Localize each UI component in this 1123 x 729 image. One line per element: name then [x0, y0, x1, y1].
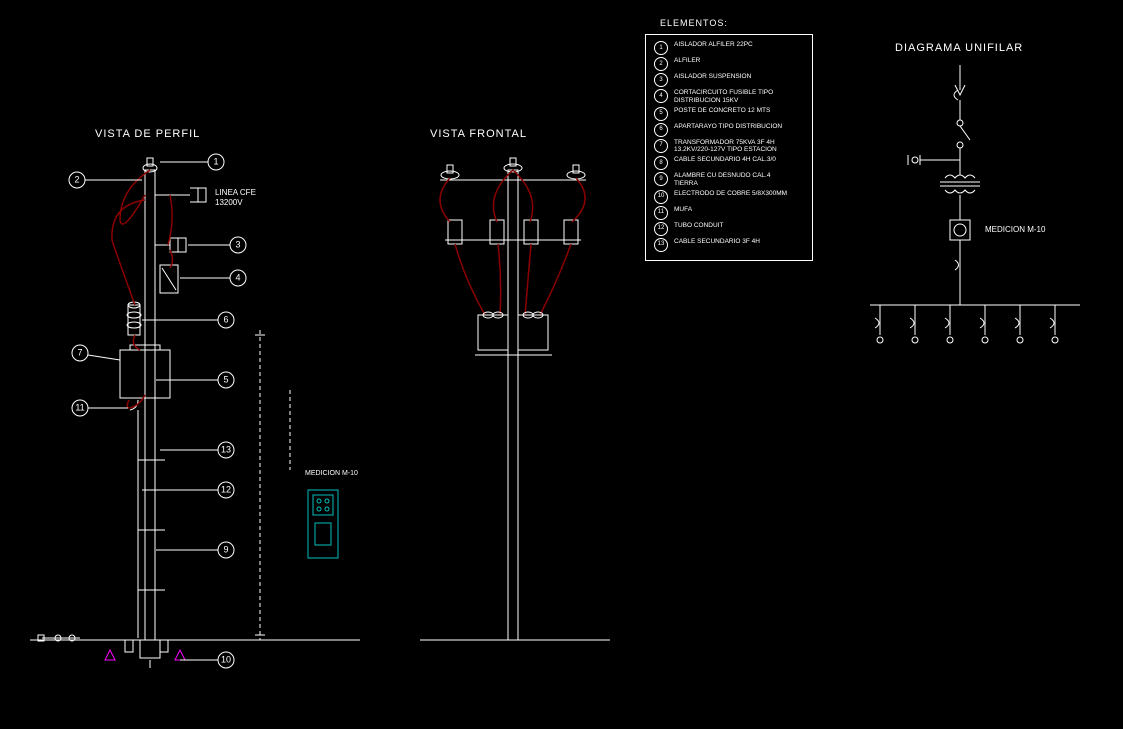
legend-row: 2 ALFILER: [654, 57, 804, 71]
svg-text:4: 4: [235, 272, 240, 282]
svg-text:9: 9: [223, 544, 228, 554]
legend-num: 10: [654, 190, 668, 204]
svg-text:10: 10: [221, 654, 231, 664]
medicion-box-perfil: [300, 485, 350, 565]
medicion-label-unifilar: MEDICION M-10: [985, 225, 1045, 234]
svg-text:5: 5: [223, 374, 228, 384]
legend-row: 8 CABLE SECUNDARIO 4H CAL.3/0: [654, 156, 804, 170]
legend-num: 12: [654, 222, 668, 236]
legend-box: 1 AISLADOR ALFILER 22PC 2 ALFILER 3 AISLADOR …: [645, 34, 813, 261]
medicion-label-perfil: MEDICION M-10: [305, 470, 358, 477]
legend-text: AISLADOR SUSPENSION: [674, 73, 751, 81]
legend-text: ELECTRODO DE COBRE 5/8X300MM: [674, 190, 787, 198]
svg-text:13: 13: [221, 444, 231, 454]
legend-text: MUFA: [674, 206, 692, 214]
legend-row: 10 ELECTRODO DE COBRE 5/8X300MM: [654, 190, 804, 204]
legend-text: CABLE SECUNDARIO 3F 4H: [674, 238, 760, 246]
vista-frontal-drawing: [390, 150, 640, 670]
legend-num: 11: [654, 206, 668, 220]
legend-num: 7: [654, 139, 668, 153]
svg-text:1: 1: [213, 156, 218, 166]
legend-text: ALFILER: [674, 57, 700, 65]
legend-num: 1: [654, 41, 668, 55]
svg-text:6: 6: [223, 314, 228, 324]
linea-cfe-label-2: 13200V: [215, 198, 243, 207]
vista-perfil-drawing: 1 2 3 4 6 7 5 11 13 12 9 10: [30, 150, 360, 670]
svg-text:2: 2: [74, 174, 79, 184]
diagrama-unifilar: [850, 60, 1110, 390]
legend-text: AISLADOR ALFILER 22PC: [674, 41, 753, 49]
legend-row: 5 POSTE DE CONCRETO 12 MTS: [654, 107, 804, 121]
legend-text: TUBO CONDUIT: [674, 222, 723, 230]
legend-text: CABLE SECUNDARIO 4H CAL.3/0: [674, 156, 776, 164]
legend-row: 1 AISLADOR ALFILER 22PC: [654, 41, 804, 55]
linea-cfe-label-1: LINEA CFE: [215, 188, 256, 197]
legend-num: 4: [654, 89, 668, 103]
legend-text: ALAMBRE CU DESNUDO CAL.4 TIERRA: [674, 172, 794, 188]
legend-text: APARTARAYO TIPO DISTRIBUCION: [674, 123, 782, 131]
svg-text:3: 3: [235, 239, 240, 249]
legend-row: 9 ALAMBRE CU DESNUDO CAL.4 TIERRA: [654, 172, 804, 188]
legend-row: 12 TUBO CONDUIT: [654, 222, 804, 236]
svg-text:12: 12: [221, 484, 231, 494]
legend-text: TRANSFORMADOR 75KVA 3F 4H 13.2KV/220-127…: [674, 139, 794, 155]
legend-num: 13: [654, 238, 668, 252]
legend-num: 8: [654, 156, 668, 170]
legend-num: 6: [654, 123, 668, 137]
legend-num: 5: [654, 107, 668, 121]
title-unifilar: DIAGRAMA UNIFILAR: [895, 42, 1023, 54]
legend-row: 13 CABLE SECUNDARIO 3F 4H: [654, 238, 804, 252]
title-frontal: VISTA FRONTAL: [430, 128, 527, 140]
legend-num: 9: [654, 172, 668, 186]
legend-text: POSTE DE CONCRETO 12 MTS: [674, 107, 770, 115]
legend-num: 3: [654, 73, 668, 87]
legend-num: 2: [654, 57, 668, 71]
legend-title: ELEMENTOS:: [660, 18, 728, 28]
legend-row: 4 CORTACIRCUITO FUSIBLE TIPO DISTRIBUCION…: [654, 89, 804, 105]
svg-text:7: 7: [77, 347, 82, 357]
legend-text: CORTACIRCUITO FUSIBLE TIPO DISTRIBUCION …: [674, 89, 794, 105]
legend-row: 7 TRANSFORMADOR 75KVA 3F 4H 13.2KV/220-12…: [654, 139, 804, 155]
title-perfil: VISTA DE PERFIL: [95, 128, 200, 140]
legend-row: 3 AISLADOR SUSPENSION: [654, 73, 804, 87]
legend-row: 11 MUFA: [654, 206, 804, 220]
svg-text:11: 11: [75, 402, 84, 412]
legend-row: 6 APARTARAYO TIPO DISTRIBUCION: [654, 123, 804, 137]
